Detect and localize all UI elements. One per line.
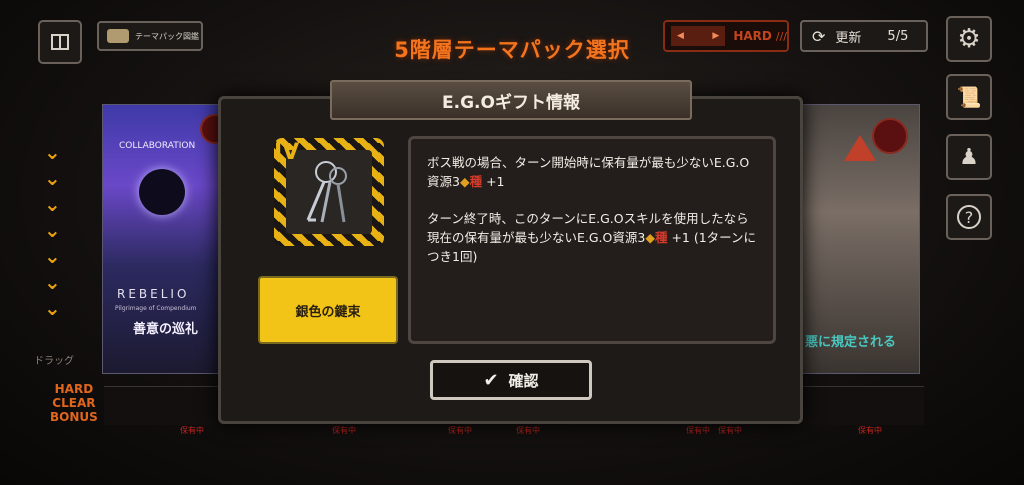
desc-text: +1 [482, 174, 505, 189]
arrow-left-icon[interactable]: ◀ [677, 31, 684, 41]
menu-button[interactable] [38, 20, 82, 64]
difficulty-arrows[interactable]: ◀ ▶ [671, 26, 726, 46]
pawn-icon: ♟ [959, 144, 979, 170]
chevron-down-icon: ⌄ [44, 140, 61, 164]
owned-tag: 保有中 [858, 426, 882, 435]
help-button[interactable]: ? [946, 194, 992, 240]
card-name-right: 悪に規定される [805, 335, 897, 350]
question-icon: ? [957, 205, 981, 229]
drag-label: ドラッグ [34, 356, 74, 367]
theme-pack-card-left[interactable]: COLLABORATION REBELIO Pilgrimage of Comp… [102, 104, 222, 374]
resource-text: 種 [654, 230, 668, 245]
owned-tag: 保有中 [448, 426, 472, 435]
book-icon [51, 34, 69, 50]
hard-clear-bonus: HARD CLEAR BONUS [50, 382, 98, 424]
description-paragraph-2: ターン終了時、このターンにE.G.Oスキルを使用したなら現在の保有量が最も少ない… [427, 209, 757, 266]
bonus-line-2: CLEAR [52, 396, 96, 410]
difficulty-selector[interactable]: ◀ ▶ HARD /// [663, 20, 789, 52]
owned-tag: 保有中 [180, 426, 204, 435]
modal-header: E.G.Oギフト情報 [330, 80, 692, 120]
chevron-down-icon: ⌄ [44, 296, 61, 320]
owned-tag: 保有中 [516, 426, 540, 435]
chevron-down-icon: ⌄ [44, 166, 61, 190]
scroll-icon: 📜 [956, 85, 982, 109]
pack-button-label: テーマパック図鑑 [135, 31, 199, 41]
scroll-button[interactable]: 📜 [946, 74, 992, 120]
card-title: REBELIO [117, 287, 190, 301]
card-subtitle: Pilgrimage of Compendium [115, 305, 197, 312]
check-icon: ✔ [483, 369, 499, 391]
stripes-icon: /// [775, 29, 787, 43]
triangle-icon [844, 135, 876, 161]
theme-pack-catalog-button[interactable]: テーマパック図鑑 [97, 21, 203, 51]
refresh-count: 5/5 [887, 28, 909, 44]
magnify-icon[interactable] [872, 118, 908, 154]
confirm-label: 確認 [508, 371, 539, 390]
figure-button[interactable]: ♟ [946, 134, 992, 180]
owned-tag: 保有中 [718, 426, 742, 435]
bonus-line-1: HARD [54, 382, 94, 396]
gift-description: ボス戦の場合、ターン開始時に保有量が最も少ないE.G.O資源3◆種 +1 ターン… [408, 136, 776, 344]
chevron-down-icon: ⌄ [44, 192, 61, 216]
difficulty-label: HARD [733, 29, 772, 43]
card-header: COLLABORATION [119, 141, 196, 151]
gift-name-label: 銀色の鍵束 [258, 276, 398, 344]
owned-tag: 保有中 [686, 426, 710, 435]
resource-icon: ◆ [459, 174, 470, 189]
refresh-icon: ⟳ [812, 26, 826, 46]
resource-text: 種 [469, 174, 483, 189]
card-name: 善意の巡礼 [133, 322, 199, 337]
chevron-down-icon: ⌄ [44, 244, 61, 268]
confirm-button[interactable]: ✔ 確認 [430, 360, 592, 400]
owned-tag: 保有中 [332, 426, 356, 435]
description-paragraph-1: ボス戦の場合、ターン開始時に保有量が最も少ないE.G.O資源3◆種 +1 [427, 153, 757, 191]
pack-icon [107, 29, 129, 43]
resource-icon: ◆ [645, 230, 655, 245]
refresh-label: 更新 [835, 30, 862, 46]
refresh-button[interactable]: ⟳ 更新 5/5 [800, 20, 928, 52]
gear-icon: ⚙ [957, 24, 981, 54]
chevron-down-icon: ⌄ [44, 270, 61, 294]
settings-button[interactable]: ⚙ [946, 16, 992, 62]
gift-tier: IV [274, 140, 300, 165]
bonus-line-3: BONUS [50, 410, 98, 424]
chevron-down-icon: ⌄ [44, 218, 61, 242]
arrow-right-icon[interactable]: ▶ [712, 31, 719, 41]
eclipse-icon [139, 169, 185, 215]
